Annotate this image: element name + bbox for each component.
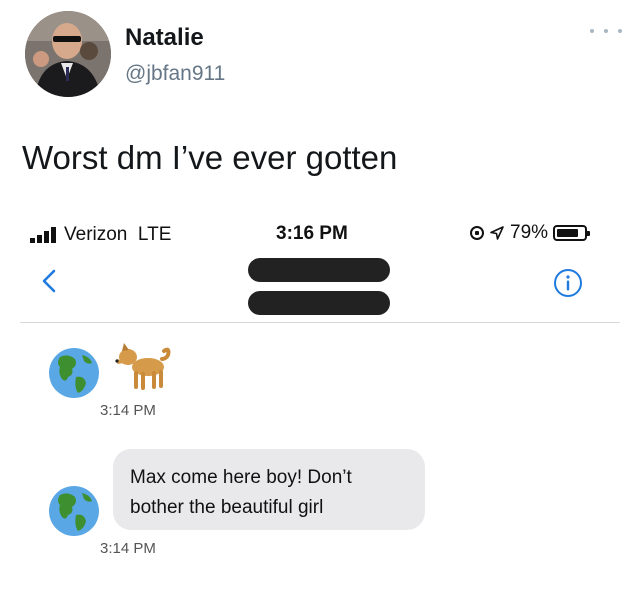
user-handle[interactable]: @jbfan911 [125,62,225,86]
message-text-line: Max come here boy! Don’t [130,467,352,488]
redacted-contact-name [248,291,390,315]
sender-avatar[interactable] [48,485,100,537]
dog-icon [115,343,171,390]
message-timestamp: 3:14 PM [100,402,156,419]
tweet-text: Worst dm I’ve ever gotten [22,139,398,176]
signal-strength-icon [30,227,60,243]
chevron-left-icon [42,269,56,293]
status-indicators: 79% [470,222,591,244]
battery-percent: 79% [510,222,549,243]
info-icon [554,269,582,297]
carrier-label: Verizon LTE [64,224,172,245]
earth-globe-icon [49,486,99,536]
info-button[interactable] [553,268,583,298]
back-button[interactable] [36,266,66,296]
profile-photo-icon [25,11,111,97]
earth-globe-icon [49,348,99,398]
avatar[interactable] [25,11,111,97]
nav-divider [20,322,620,323]
message-bubble[interactable]: Max come here boy! Don’t bother the beau… [113,449,425,530]
message-timestamp: 3:14 PM [100,540,156,557]
display-name[interactable]: Natalie [125,24,204,52]
location-arrow-icon [490,226,504,240]
battery-icon [553,225,591,241]
sender-avatar[interactable] [48,347,100,399]
redacted-contact-name [248,258,390,282]
status-time: 3:16 PM [276,223,348,244]
more-options-icon[interactable] [590,26,622,36]
dog-emoji [114,343,172,393]
orientation-lock-icon [470,226,484,240]
message-text-line: bother the beautiful girl [130,497,324,518]
